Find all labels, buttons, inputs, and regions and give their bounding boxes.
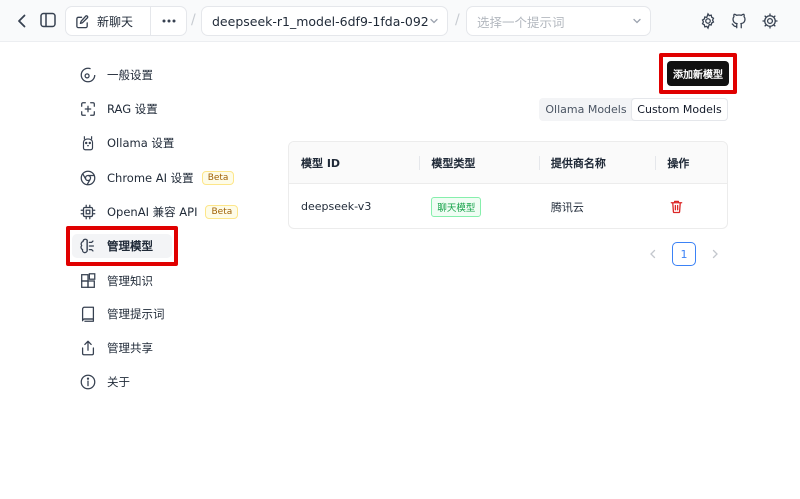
cell-provider: 腾讯云: [550, 200, 584, 214]
sidebar-item-label: 管理知识: [107, 274, 153, 288]
sidebar-item-about[interactable]: 关于: [78, 369, 130, 395]
llama-icon: [78, 133, 98, 153]
sidebar-item-rag-settings[interactable]: RAG 设置: [78, 96, 158, 122]
column-header-model-type: 模型类型: [419, 142, 538, 183]
cell-model-type: 聊天模型: [419, 184, 538, 228]
brain-icon: [78, 236, 98, 256]
custom-models-table: 模型 ID 模型类型 提供商名称 操作 deepseek-v3 聊天模型 腾讯云: [288, 141, 728, 229]
more-options-icon[interactable]: [151, 7, 186, 35]
sidebar-item-general-settings[interactable]: 一般设置: [78, 62, 153, 88]
model-type-tag: 聊天模型: [431, 196, 482, 217]
model-source-tabs: Ollama Models Custom Models: [539, 98, 728, 121]
scan-icon: [78, 99, 98, 119]
back-chevron-icon[interactable]: [12, 11, 32, 31]
sidebar-item-label: Chrome AI 设置: [107, 171, 194, 185]
cell-model-id: deepseek-v3: [301, 200, 372, 213]
sidebar-item-manage-prompts[interactable]: 管理提示词: [78, 301, 165, 327]
sidebar-item-label: OpenAI 兼容 API: [107, 205, 198, 219]
sidebar-item-label: 管理提示词: [107, 307, 165, 321]
tab-custom-models[interactable]: Custom Models: [632, 99, 727, 120]
info-icon: [78, 372, 98, 392]
sidebar-item-label: RAG 设置: [107, 102, 158, 116]
previous-page-icon[interactable]: [645, 242, 661, 266]
new-chat-group: 新聊天: [65, 6, 187, 36]
blocks-icon: [78, 271, 98, 291]
table-row: deepseek-v3 聊天模型 腾讯云: [289, 184, 727, 228]
sidebar-item-label: 关于: [107, 375, 130, 389]
next-page-icon[interactable]: [707, 242, 723, 266]
sidebar-item-chrome-ai-settings[interactable]: Chrome AI 设置 Beta: [78, 165, 235, 191]
github-icon[interactable]: [729, 11, 749, 31]
sidebar-item-manage-sharing[interactable]: 管理共享: [78, 335, 153, 361]
cell-actions: [655, 184, 727, 228]
book-icon: [78, 304, 98, 324]
prompt-select[interactable]: 选择一个提示词: [466, 6, 651, 36]
sidebar-item-manage-models[interactable]: 管理模型: [78, 233, 153, 259]
model-select[interactable]: deepseek-r1_model-6df9-1fda-092-d...: [201, 6, 448, 36]
new-chat-button[interactable]: 新聊天: [66, 7, 151, 35]
beta-badge: Beta: [205, 205, 239, 219]
new-chat-label: 新聊天: [97, 14, 134, 29]
settings-gear-icon[interactable]: [698, 11, 718, 31]
chrome-icon: [78, 168, 98, 188]
sidebar-item-ollama-settings[interactable]: Ollama 设置: [78, 130, 174, 156]
add-new-model-button[interactable]: 添加新模型: [667, 61, 729, 86]
cog-icon[interactable]: [760, 11, 780, 31]
page-number-button[interactable]: 1: [672, 242, 696, 266]
edit-icon: [75, 14, 90, 29]
prompt-select-placeholder: 选择一个提示词: [477, 14, 565, 30]
breadcrumb-separator: /: [191, 12, 196, 28]
table-header: 模型 ID 模型类型 提供商名称 操作: [289, 142, 727, 184]
model-select-value: deepseek-r1_model-6df9-1fda-092-d...: [212, 13, 429, 29]
top-bar: 新聊天 / deepseek-r1_model-6df9-1fda-092-d.…: [0, 0, 800, 42]
sidebar-item-openai-api[interactable]: OpenAI 兼容 API Beta: [78, 199, 239, 225]
breadcrumb-separator-2: /: [455, 12, 460, 28]
chevron-down-icon: [429, 16, 439, 26]
sidebar-item-label: Ollama 设置: [107, 136, 175, 150]
column-header-provider: 提供商名称: [538, 142, 655, 183]
tab-ollama-models[interactable]: Ollama Models: [540, 99, 632, 120]
delete-trash-icon[interactable]: [669, 199, 684, 214]
sidebar-item-manage-knowledge[interactable]: 管理知识: [78, 268, 153, 294]
sidebar-item-label: 一般设置: [107, 68, 153, 82]
sidebar-item-label: 管理共享: [107, 341, 153, 355]
column-header-actions: 操作: [655, 142, 727, 183]
chevron-down-icon: [632, 16, 642, 26]
column-header-model-id: 模型 ID: [301, 156, 341, 170]
sidebar-toggle-icon[interactable]: [38, 10, 58, 30]
share-icon: [78, 338, 98, 358]
sidebar-item-label: 管理模型: [107, 239, 153, 253]
settings-circle-icon: [78, 65, 98, 85]
cpu-chip-icon: [78, 202, 98, 222]
beta-badge: Beta: [201, 171, 235, 185]
